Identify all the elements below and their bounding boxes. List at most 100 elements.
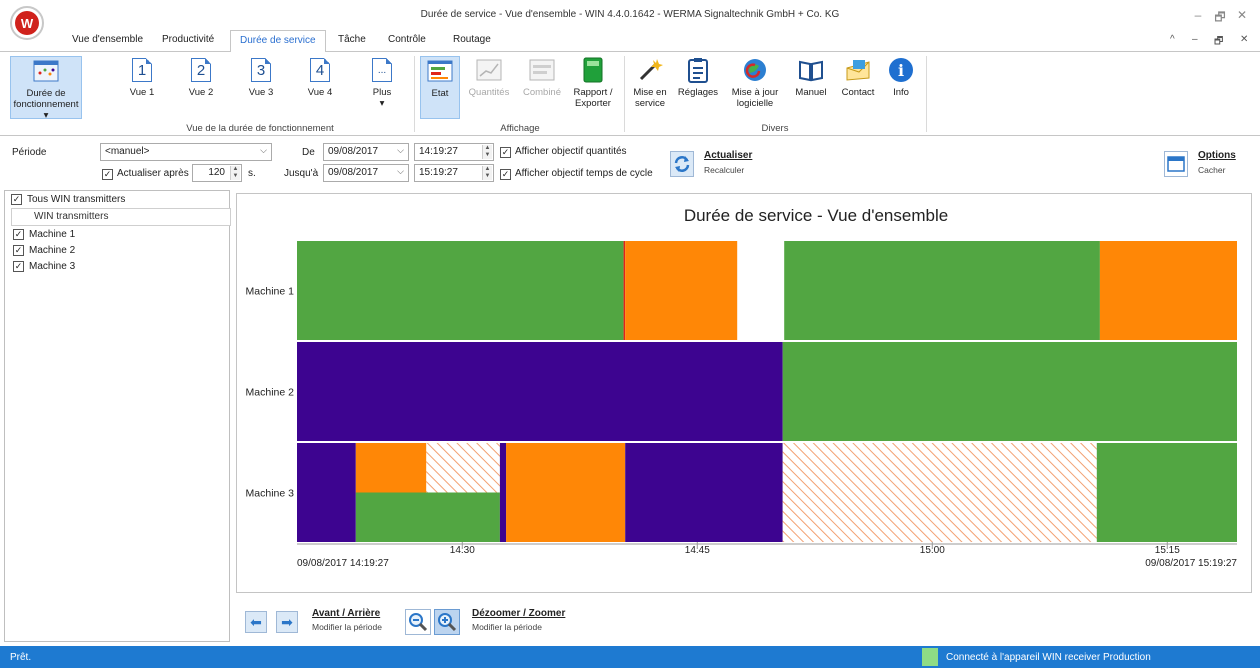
window-title: Durée de service - Vue d'ensemble - WIN …: [420, 9, 840, 20]
reglages-button[interactable]: Réglages: [676, 56, 720, 98]
show-qty-target-checkbox[interactable]: ✓: [500, 147, 511, 158]
quantites-button[interactable]: Quantités: [465, 56, 513, 98]
plus-button[interactable]: ... Plus ▾: [364, 56, 400, 109]
vue4-icon: 4: [310, 58, 330, 82]
vue3-label: Vue 3: [248, 87, 274, 98]
rapport-exporter-button[interactable]: Rapport / Exporter: [568, 56, 618, 109]
mdi-close-button[interactable]: ✕: [1240, 34, 1248, 45]
avant-arriere-link[interactable]: Avant / Arrière: [312, 608, 380, 619]
periode-value: <manuel>: [105, 146, 150, 157]
options-link[interactable]: Options: [1198, 150, 1236, 161]
timeline-segment-orange: [506, 443, 626, 542]
duree-fonctionnement-label: Durée de fonctionnement: [13, 88, 79, 110]
periode-select[interactable]: <manuel> ⌵: [100, 143, 272, 161]
tab-vue-ensemble[interactable]: Vue d'ensemble: [72, 34, 143, 45]
x-start-label: 09/08/2017 14:19:27: [297, 558, 389, 569]
minimize-button[interactable]: –: [1188, 8, 1208, 22]
timeline-segment-green: [1096, 443, 1237, 542]
options-window-icon: [1167, 156, 1185, 172]
etat-label: Etat: [431, 88, 449, 99]
info-icon: i: [889, 58, 913, 82]
duree-chart-icon: [32, 57, 60, 85]
forward-button[interactable]: ➡: [276, 611, 298, 633]
all-transmitters-label: Tous WIN transmitters: [27, 194, 126, 205]
info-button[interactable]: i Info: [884, 56, 918, 98]
tab-controle[interactable]: Contrôle: [388, 34, 426, 45]
arrow-right-icon: ➡: [281, 613, 293, 630]
zoom-sub: Modifier la période: [472, 622, 542, 632]
vue1-button[interactable]: 1 Vue 1: [124, 56, 160, 98]
actualiser-apres-checkbox[interactable]: ✓: [102, 169, 113, 180]
group-separator: [414, 56, 415, 132]
machine-checkbox[interactable]: ✓: [13, 245, 24, 256]
machine-checkbox[interactable]: ✓: [13, 261, 24, 272]
etat-button[interactable]: Etat: [420, 56, 460, 119]
x-tick-label: 15:00: [920, 545, 945, 556]
row-label: Machine 3: [246, 488, 295, 500]
timeline-segment-hatch: [426, 443, 500, 493]
chart-title: Durée de service - Vue d'ensemble: [684, 206, 948, 225]
software-update-globe-icon: [741, 56, 769, 84]
group-label-vue: Vue de la durée de fonctionnement: [186, 123, 334, 134]
actualiser-apres-value: 120: [208, 167, 225, 178]
combine-button[interactable]: Combiné: [520, 56, 564, 98]
to-time-picker[interactable]: 15:19:27 ▲ ▼: [414, 164, 494, 182]
zoom-out-button[interactable]: [405, 609, 431, 635]
combine-label: Combiné: [522, 87, 562, 98]
actualiser-link[interactable]: Actualiser: [704, 150, 752, 161]
manuel-label: Manuel: [795, 87, 827, 98]
etat-chart-icon: [426, 57, 454, 85]
mdi-restore-button[interactable]: 🗗: [1214, 34, 1223, 51]
to-date-picker[interactable]: 09/08/2017 ⌵: [323, 164, 409, 182]
zoom-in-button[interactable]: [434, 609, 460, 635]
collapse-ribbon-button[interactable]: ^: [1170, 34, 1175, 45]
periode-label: Période: [12, 147, 47, 158]
group-separator: [926, 56, 927, 132]
close-button[interactable]: ✕: [1232, 8, 1252, 22]
show-cycle-target-checkbox[interactable]: ✓: [500, 169, 511, 180]
arrow-left-icon: ⬅: [250, 613, 262, 630]
actualiser-apres-spinner[interactable]: 120 ▲ ▼: [192, 164, 242, 182]
duree-fonctionnement-button[interactable]: Durée de fonctionnement ▾: [10, 56, 82, 121]
contact-button[interactable]: Contact: [836, 56, 880, 98]
vue4-button[interactable]: 4 Vue 4: [302, 56, 338, 98]
from-time-picker[interactable]: 14:19:27 ▲ ▼: [414, 143, 494, 161]
all-transmitters-checkbox[interactable]: ✓: [11, 194, 22, 205]
tab-tache[interactable]: Tâche: [338, 34, 366, 45]
from-date-picker[interactable]: 09/08/2017 ⌵: [323, 143, 409, 161]
vue3-button[interactable]: 3 Vue 3: [243, 56, 279, 98]
machine-label: Machine 2: [29, 245, 76, 256]
mise-a-jour-button[interactable]: Mise à jour logicielle: [726, 56, 784, 109]
x-tick-label: 14:45: [685, 545, 710, 556]
tab-duree-service[interactable]: Durée de service: [230, 30, 326, 52]
group-separator: [624, 56, 625, 132]
report-book-icon: [579, 56, 607, 84]
mdi-minimize-button[interactable]: –: [1192, 34, 1198, 45]
contact-label: Contact: [841, 87, 875, 98]
app-logo[interactable]: W: [10, 6, 44, 40]
restore-button[interactable]: 🗗: [1210, 8, 1230, 29]
combine-chart-icon: [528, 56, 556, 84]
machine-checkbox[interactable]: ✓: [13, 229, 24, 240]
back-button[interactable]: ⬅: [245, 611, 267, 633]
from-date-value: 09/08/2017: [328, 146, 379, 157]
avant-arriere-sub: Modifier la période: [312, 622, 382, 632]
x-tick-label: 14:30: [450, 545, 475, 556]
manuel-button[interactable]: Manuel: [792, 56, 830, 98]
tab-routage[interactable]: Routage: [453, 34, 491, 45]
mise-en-service-button[interactable]: Mise en service: [630, 56, 670, 109]
to-time-value: 15:19:27: [419, 167, 458, 178]
title-bar: Durée de service - Vue d'ensemble - WIN …: [0, 0, 1260, 30]
show-cycle-target-label: Afficher objectif temps de cycle: [515, 168, 653, 179]
tab-productivite[interactable]: Productivité: [162, 34, 214, 45]
from-time-value: 14:19:27: [419, 146, 458, 157]
period-panel: Période <manuel> ⌵ ✓ Actualiser après 12…: [4, 141, 1256, 189]
refresh-button[interactable]: [670, 151, 694, 177]
quantites-chart-icon: [475, 56, 503, 84]
chevron-down-icon: ⌵: [397, 145, 404, 155]
zoom-link[interactable]: Dézoomer / Zoomer: [472, 608, 565, 619]
vue2-button[interactable]: 2 Vue 2: [183, 56, 219, 98]
transmitters-column-header[interactable]: WIN transmitters: [11, 208, 231, 226]
options-button[interactable]: [1164, 151, 1188, 177]
status-timeline-chart[interactable]: Durée de service - Vue d'ensemble Machin…: [237, 194, 1251, 592]
